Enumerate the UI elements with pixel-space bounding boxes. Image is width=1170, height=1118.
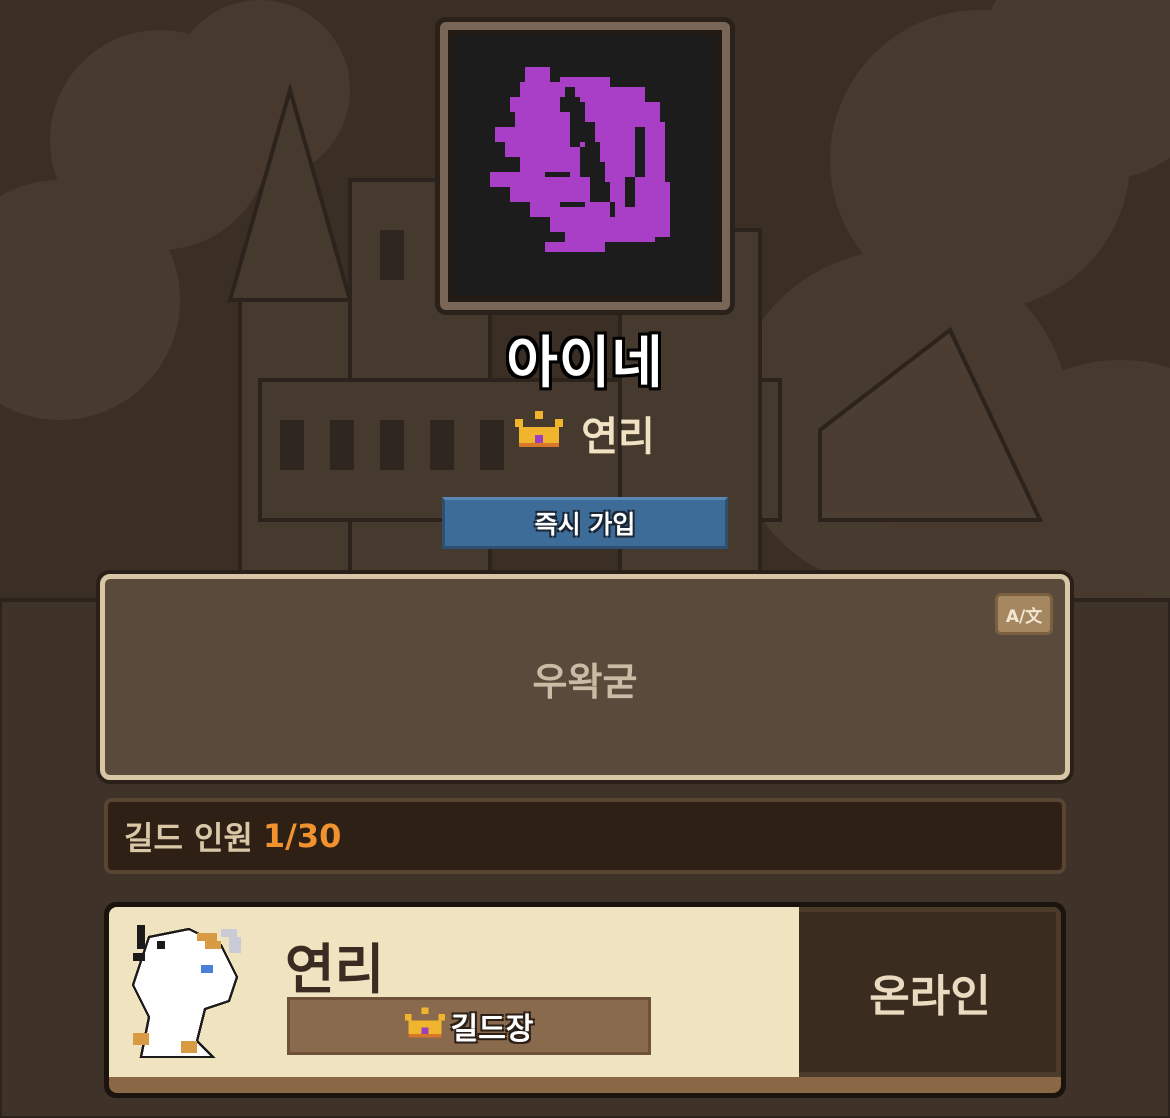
- instant-join-button[interactable]: 즉시 가입: [442, 497, 728, 549]
- member-count-bar: 길드 인원 1/30: [104, 798, 1066, 874]
- member-status-panel: 온라인: [799, 907, 1061, 1077]
- member-status: 온라인: [869, 971, 991, 1022]
- guild-description: 우왁굳: [532, 660, 638, 704]
- crown-icon: [515, 411, 564, 455]
- crown-icon: [404, 1007, 445, 1045]
- member-name: 연리: [285, 938, 385, 1001]
- member-rank-label: 길드장: [450, 1012, 534, 1047]
- purple-pixel-emblem-icon: [490, 67, 670, 252]
- translate-icon[interactable]: A/文: [995, 593, 1053, 635]
- guild-description-box: A/文 우왁굳: [100, 574, 1070, 780]
- guild-name: 아이네: [506, 331, 664, 396]
- member-count-value: 1/30: [262, 817, 342, 855]
- member-list-item[interactable]: 연리 길드장 온라인: [104, 902, 1066, 1098]
- guild-leader: 연리: [0, 408, 1170, 460]
- white-dragon-avatar-icon: [125, 921, 253, 1061]
- member-rank-badge: 길드장: [287, 997, 651, 1055]
- guild-emblem: [440, 22, 730, 310]
- member-count-label: 길드 인원: [124, 819, 253, 857]
- leader-name: 연리: [581, 414, 655, 460]
- instant-join-label: 즉시 가입: [534, 510, 636, 539]
